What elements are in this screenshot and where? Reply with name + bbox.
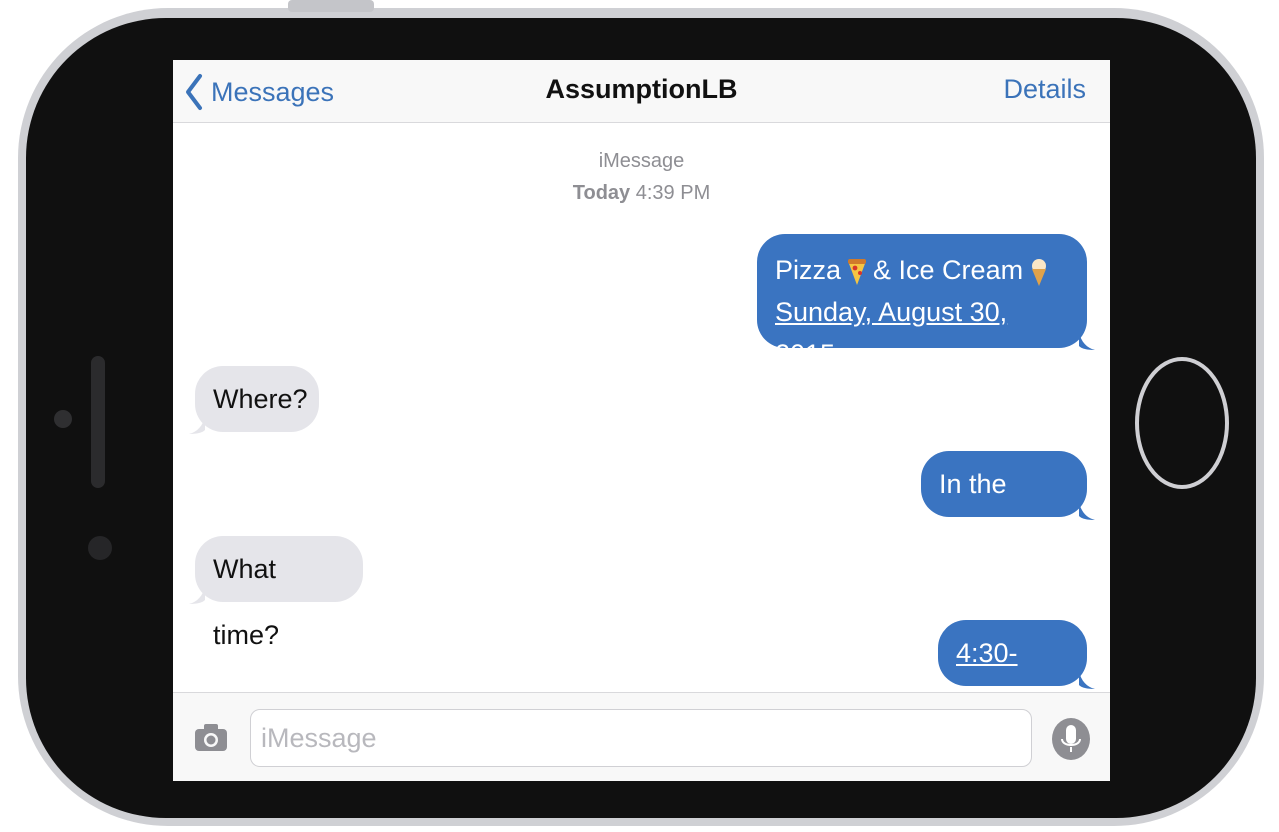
power-button [288,0,374,12]
date-link[interactable]: Sunday, August 30, 2015 [775,297,1007,369]
messages-screen: Messages AssumptionLB Details iMessage T… [173,60,1110,781]
bubble-tail [189,416,205,434]
front-camera [54,410,72,428]
bubble-tail [1079,502,1095,520]
earpiece-speaker [91,356,105,488]
message-text: In the gym. [939,469,1007,565]
home-button[interactable] [1134,356,1230,490]
message-text: Where? [213,384,308,414]
received-message-bubble[interactable]: Where? [195,366,319,432]
message-text: What time? [213,554,280,650]
message-line: Sunday, August 30, 2015 [775,291,1069,375]
received-message-bubble[interactable]: What time? [195,536,363,650]
timestamp-day: Today [572,182,631,204]
bubble-tail [1079,671,1095,689]
camera-icon[interactable] [193,721,229,753]
sent-message-bubble[interactable]: In the gym. [921,451,1087,565]
message-line: Pizza & Ice Cream [775,249,1069,291]
timestamp: Today 4:39 PM [173,182,1110,205]
bubble-tail [1079,332,1095,350]
sent-message-bubble[interactable]: 4:30-6pm [938,620,1087,734]
details-button[interactable]: Details [1003,74,1086,105]
compose-bar [173,692,1110,781]
bubble-tail [189,586,205,604]
message-text: Pizza [775,255,842,285]
service-label: iMessage [598,150,685,172]
timestamp-time: 4:39 PM [635,182,711,204]
proximity-sensor [88,536,112,560]
microphone-icon[interactable] [1051,717,1091,761]
message-text: & Ice Cream [873,255,1024,285]
conversation-title: AssumptionLB [545,74,738,104]
message-input[interactable] [250,709,1032,767]
pizza-emoji-icon [848,258,867,285]
sent-message-bubble[interactable]: Pizza & Ice Cream Sunday, August 30, 201… [757,234,1087,369]
ice-cream-emoji-icon [1032,258,1047,286]
navigation-bar: Messages AssumptionLB Details [173,60,1110,123]
